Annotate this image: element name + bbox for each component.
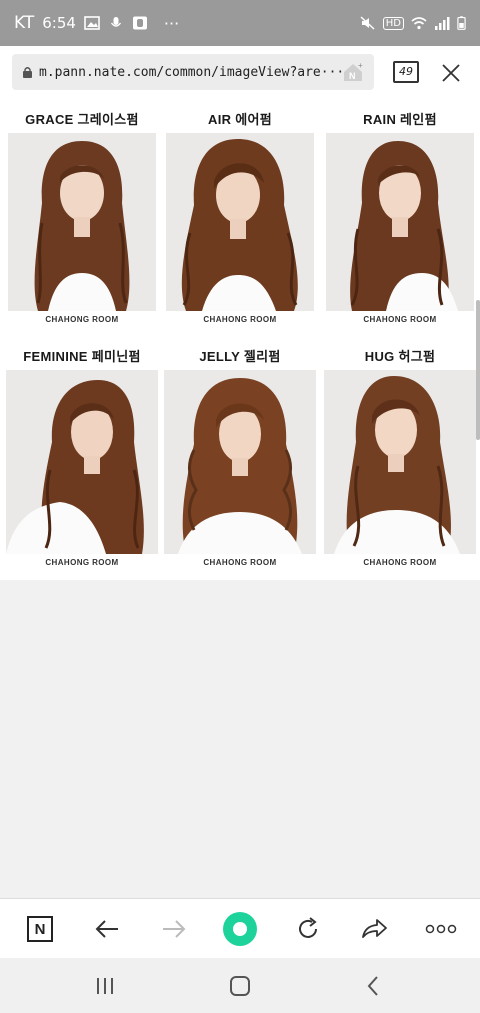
signal-icon <box>435 17 450 30</box>
photo-credit: CHAHONG ROOM <box>45 315 119 324</box>
status-bar: KT 6:54 ··· HD <box>0 0 480 46</box>
url-text: m.pann.nate.com/common/imageView?are··· <box>39 64 345 80</box>
style-label: RAIN 레인펌 <box>363 112 437 127</box>
back-button[interactable] <box>91 913 123 945</box>
arrow-right-icon <box>163 920 186 938</box>
portrait-illustration <box>164 370 316 554</box>
hairstyle-photo-hug[interactable] <box>324 370 476 554</box>
photo-credit: CHAHONG ROOM <box>203 315 277 324</box>
portrait-illustration <box>326 133 474 311</box>
back-nav-icon[interactable] <box>360 972 388 1000</box>
scrollbar[interactable] <box>476 300 480 440</box>
more-menu-button[interactable] <box>424 913 458 945</box>
style-label: JELLY 젤리펌 <box>199 349 281 364</box>
wifi-icon <box>411 17 427 30</box>
hairstyle-photo-rain[interactable] <box>326 133 474 311</box>
hairstyle-photo-feminine[interactable] <box>6 370 158 554</box>
share-button[interactable] <box>358 913 390 945</box>
svg-text:+: + <box>358 61 363 70</box>
portrait-illustration <box>8 133 156 311</box>
lock-icon <box>23 67 32 78</box>
svg-text:N: N <box>349 71 356 81</box>
photo-credit: CHAHONG ROOM <box>363 315 437 324</box>
share-icon <box>362 919 387 938</box>
refresh-button[interactable] <box>292 913 324 945</box>
mute-icon <box>360 16 375 30</box>
naver-home-button[interactable]: N <box>24 913 56 945</box>
style-label: HUG 허그펌 <box>364 349 436 364</box>
more-notifications: ··· <box>163 13 180 33</box>
system-navigation-bar <box>0 958 480 1013</box>
photo-credit: CHAHONG ROOM <box>45 558 119 567</box>
hd-voice-badge: HD <box>382 16 404 30</box>
address-bar[interactable]: m.pann.nate.com/common/imageView?are··· … <box>12 54 374 90</box>
arrow-left-icon <box>95 920 118 938</box>
n-logo-icon: N <box>27 916 53 942</box>
n-home-icon[interactable]: N+ <box>342 61 364 83</box>
battery-icon <box>457 16 466 30</box>
style-label: FEMININE 페미닌펌 <box>23 349 141 364</box>
hairstyle-photo-air[interactable] <box>166 133 314 311</box>
portrait-illustration <box>6 370 158 554</box>
photo-credit: CHAHONG ROOM <box>203 558 277 567</box>
mic-icon <box>110 17 121 27</box>
tab-count-button[interactable]: 49 <box>393 61 419 83</box>
image-view: GRACE 그레이스펌 CHAHONG ROOM AIR 에어펌 CHAHONG… <box>0 98 480 580</box>
hairstyle-photo-jelly[interactable] <box>164 370 316 554</box>
refresh-icon <box>299 917 317 938</box>
carrier-label: KT <box>14 13 35 33</box>
style-label: GRACE 그레이스펌 <box>25 112 139 127</box>
more-dots-icon <box>425 924 457 934</box>
style-label: AIR 에어펌 <box>208 112 272 127</box>
browser-bottom-nav: N <box>0 898 480 958</box>
app-notification-icon <box>132 16 147 30</box>
recent-apps-icon[interactable] <box>91 972 119 1000</box>
forward-button[interactable] <box>158 913 190 945</box>
portrait-illustration <box>324 370 476 554</box>
close-icon[interactable] <box>440 62 462 84</box>
green-dot-button[interactable] <box>222 911 258 947</box>
portrait-illustration <box>166 133 314 311</box>
hairstyle-photo-grace[interactable] <box>8 133 156 311</box>
photo-credit: CHAHONG ROOM <box>363 558 437 567</box>
clock: 6:54 <box>42 14 76 32</box>
home-icon[interactable] <box>226 972 254 1000</box>
gallery-icon <box>84 16 100 30</box>
green-dot-icon <box>223 912 257 946</box>
